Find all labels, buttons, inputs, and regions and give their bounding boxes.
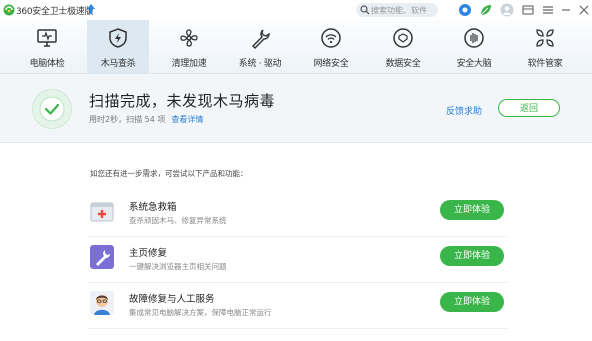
feedback-help-link[interactable]: 反馈求助 (446, 104, 482, 117)
try-now-button[interactable]: 立即体验 (440, 200, 504, 220)
nav-item-trojan-scan[interactable]: 木马查杀 (87, 20, 149, 73)
back-button[interactable]: 返回 (498, 99, 560, 117)
fan-icon (180, 29, 198, 47)
app-title: 360安全卫士极速版 (16, 7, 94, 17)
minimize-icon[interactable] (559, 3, 573, 17)
main-nav: 电脑体检 木马查杀 清理加速 系统 · 驱动 网络安全 数据安全 安全大脑 软件… (0, 20, 592, 74)
wrench-icon (252, 29, 270, 49)
search-box[interactable]: 搜索功能、软件 (356, 3, 438, 17)
nav-label: 网络安全 (313, 59, 349, 69)
scan-stats: 用时2秒，扫描 54 项 (89, 115, 166, 124)
shield-check-icon (393, 28, 413, 48)
nav-label: 软件管家 (527, 59, 563, 69)
first-aid-kit-icon (90, 202, 114, 222)
user-avatar-icon[interactable] (500, 3, 514, 17)
monitor-icon (37, 29, 57, 47)
wrench-repair-icon (90, 245, 114, 269)
scan-result-subtitle: 用时2秒，扫描 54 项查看详情 (89, 114, 203, 125)
nav-label: 清理加速 (171, 59, 207, 69)
nav-item-network-security[interactable]: 网络安全 (300, 20, 362, 73)
nav-label: 系统 · 驱动 (238, 59, 282, 69)
list-item: 主页修复 一键解决浏览器主页相关问题 立即体验 (88, 236, 508, 283)
product-name: 故障修复与人工服务 (129, 294, 215, 305)
nav-label: 数据安全 (385, 59, 421, 69)
view-details-link[interactable]: 查看详情 (171, 115, 203, 124)
support-agent-icon (90, 291, 114, 315)
product-desc: 一键解决浏览器主页相关问题 (129, 262, 227, 271)
scan-result-panel: 扫描完成，未发现木马病毒 用时2秒，扫描 54 项查看详情 反馈求助 返回 (0, 74, 592, 143)
checkmark-icon (39, 96, 65, 122)
products-hint: 如您还有进一步需求，可尝试以下产品和功能： (90, 169, 248, 178)
nav-item-data-security[interactable]: 数据安全 (372, 20, 434, 73)
app-logo-icon (3, 4, 15, 16)
search-input[interactable]: 搜索功能、软件 (371, 5, 427, 16)
menu-icon[interactable] (541, 3, 555, 17)
nav-item-cleanup[interactable]: 清理加速 (158, 20, 220, 73)
search-icon (360, 5, 370, 15)
try-now-button[interactable]: 立即体验 (440, 246, 504, 266)
product-name: 主页修复 (129, 248, 168, 259)
brain-icon (464, 28, 484, 48)
product-name: 系统急救箱 (129, 202, 177, 213)
nav-item-system-driver[interactable]: 系统 · 驱动 (229, 20, 291, 73)
list-item: 系统急救箱 查杀顽固木马、修复异常系统 立即体验 (88, 190, 508, 237)
security-shield-icon[interactable] (458, 3, 472, 17)
upgrade-arrow-icon[interactable] (86, 3, 96, 15)
nav-item-security-brain[interactable]: 安全大脑 (443, 20, 505, 73)
product-desc: 查杀顽固木马、修复异常系统 (129, 216, 227, 225)
title-bar: 360安全卫士极速版 搜索功能、软件 (0, 0, 592, 20)
leaf-icon[interactable] (479, 3, 493, 17)
nav-item-pc-checkup[interactable]: 电脑体检 (16, 20, 78, 73)
skin-icon[interactable] (521, 3, 535, 17)
nav-label: 木马查杀 (100, 59, 136, 69)
nav-label: 安全大脑 (456, 59, 492, 69)
nav-item-software-manager[interactable]: 软件管家 (514, 20, 576, 73)
scan-result-title: 扫描完成，未发现木马病毒 (89, 92, 276, 110)
wifi-icon (321, 28, 341, 48)
list-item: 故障修复与人工服务 集成常见电脑解决方案，保障电脑正常运行 立即体验 (88, 282, 508, 329)
apps-icon (536, 29, 554, 47)
shield-bolt-icon (109, 28, 127, 48)
try-now-button[interactable]: 立即体验 (440, 292, 504, 312)
nav-label: 电脑体检 (29, 59, 65, 69)
product-desc: 集成常见电脑解决方案，保障电脑正常运行 (129, 308, 272, 317)
success-badge (32, 89, 72, 129)
close-icon[interactable] (577, 3, 591, 17)
